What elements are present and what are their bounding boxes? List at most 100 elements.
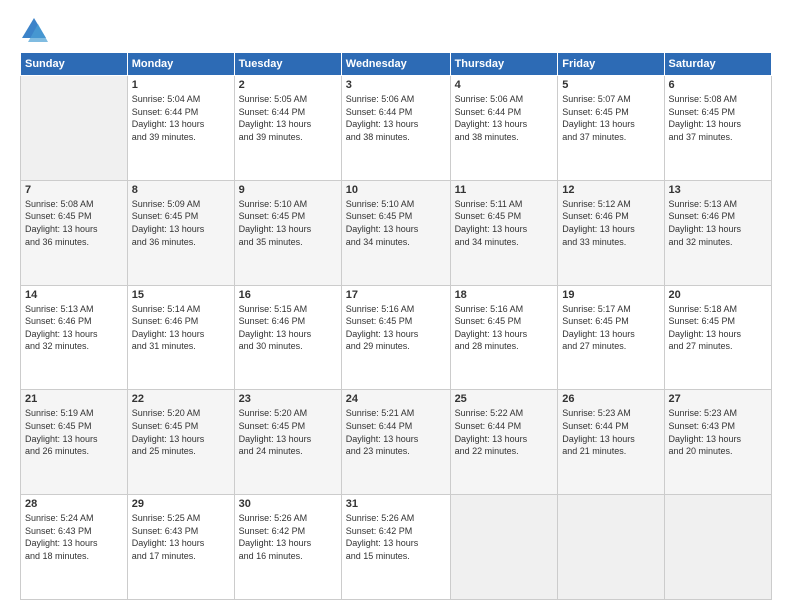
calendar-cell: 27 Sunrise: 5:23 AM Sunset: 6:43 PM Dayli…	[664, 390, 771, 495]
cell-content: Sunrise: 5:06 AM Sunset: 6:44 PM Dayligh…	[346, 93, 446, 143]
calendar-cell: 11 Sunrise: 5:11 AM Sunset: 6:45 PM Dayli…	[450, 180, 558, 285]
day-number: 11	[455, 184, 554, 196]
logo-icon	[20, 16, 48, 44]
calendar-cell: 21 Sunrise: 5:19 AM Sunset: 6:45 PM Dayli…	[21, 390, 128, 495]
cell-content: Sunrise: 5:26 AM Sunset: 6:42 PM Dayligh…	[239, 512, 337, 562]
cell-content: Sunrise: 5:11 AM Sunset: 6:45 PM Dayligh…	[455, 198, 554, 248]
day-number: 26	[562, 393, 659, 405]
day-number: 12	[562, 184, 659, 196]
calendar-cell: 7 Sunrise: 5:08 AM Sunset: 6:45 PM Daylig…	[21, 180, 128, 285]
cell-content: Sunrise: 5:20 AM Sunset: 6:45 PM Dayligh…	[132, 407, 230, 457]
day-header-saturday: Saturday	[664, 53, 771, 76]
day-header-monday: Monday	[127, 53, 234, 76]
day-number: 16	[239, 289, 337, 301]
day-header-wednesday: Wednesday	[341, 53, 450, 76]
day-number: 9	[239, 184, 337, 196]
day-number: 24	[346, 393, 446, 405]
calendar-cell: 25 Sunrise: 5:22 AM Sunset: 6:44 PM Dayli…	[450, 390, 558, 495]
week-row-4: 21 Sunrise: 5:19 AM Sunset: 6:45 PM Dayli…	[21, 390, 772, 495]
cell-content: Sunrise: 5:13 AM Sunset: 6:46 PM Dayligh…	[669, 198, 767, 248]
header-row: SundayMondayTuesdayWednesdayThursdayFrid…	[21, 53, 772, 76]
day-number: 27	[669, 393, 767, 405]
cell-content: Sunrise: 5:16 AM Sunset: 6:45 PM Dayligh…	[455, 303, 554, 353]
day-number: 25	[455, 393, 554, 405]
day-number: 20	[669, 289, 767, 301]
calendar-cell: 20 Sunrise: 5:18 AM Sunset: 6:45 PM Dayli…	[664, 285, 771, 390]
calendar-cell: 31 Sunrise: 5:26 AM Sunset: 6:42 PM Dayli…	[341, 495, 450, 600]
day-number: 22	[132, 393, 230, 405]
cell-content: Sunrise: 5:20 AM Sunset: 6:45 PM Dayligh…	[239, 407, 337, 457]
cell-content: Sunrise: 5:16 AM Sunset: 6:45 PM Dayligh…	[346, 303, 446, 353]
cell-content: Sunrise: 5:12 AM Sunset: 6:46 PM Dayligh…	[562, 198, 659, 248]
calendar-cell: 22 Sunrise: 5:20 AM Sunset: 6:45 PM Dayli…	[127, 390, 234, 495]
cell-content: Sunrise: 5:23 AM Sunset: 6:43 PM Dayligh…	[669, 407, 767, 457]
cell-content: Sunrise: 5:23 AM Sunset: 6:44 PM Dayligh…	[562, 407, 659, 457]
day-number: 10	[346, 184, 446, 196]
calendar-cell: 26 Sunrise: 5:23 AM Sunset: 6:44 PM Dayli…	[558, 390, 664, 495]
week-row-1: 1Sunrise: 5:04 AM Sunset: 6:44 PM Daylig…	[21, 76, 772, 181]
cell-content: Sunrise: 5:13 AM Sunset: 6:46 PM Dayligh…	[25, 303, 123, 353]
calendar-cell	[21, 76, 128, 181]
cell-content: Sunrise: 5:22 AM Sunset: 6:44 PM Dayligh…	[455, 407, 554, 457]
calendar-cell: 13 Sunrise: 5:13 AM Sunset: 6:46 PM Dayli…	[664, 180, 771, 285]
day-number: 13	[669, 184, 767, 196]
day-number: 17	[346, 289, 446, 301]
cell-content: Sunrise: 5:09 AM Sunset: 6:45 PM Dayligh…	[132, 198, 230, 248]
calendar-cell: 17 Sunrise: 5:16 AM Sunset: 6:45 PM Dayli…	[341, 285, 450, 390]
day-number: 8	[132, 184, 230, 196]
cell-content: Sunrise: 5:06 AM Sunset: 6:44 PM Dayligh…	[455, 93, 554, 143]
day-number: 5	[562, 79, 659, 91]
calendar-cell: 3 Sunrise: 5:06 AM Sunset: 6:44 PM Daylig…	[341, 76, 450, 181]
week-row-2: 7 Sunrise: 5:08 AM Sunset: 6:45 PM Daylig…	[21, 180, 772, 285]
calendar-cell: 19 Sunrise: 5:17 AM Sunset: 6:45 PM Dayli…	[558, 285, 664, 390]
calendar-cell: 24 Sunrise: 5:21 AM Sunset: 6:44 PM Dayli…	[341, 390, 450, 495]
cell-content: Sunrise: 5:21 AM Sunset: 6:44 PM Dayligh…	[346, 407, 446, 457]
cell-content: Sunrise: 5:08 AM Sunset: 6:45 PM Dayligh…	[25, 198, 123, 248]
calendar-cell	[558, 495, 664, 600]
cell-content: Sunrise: 5:15 AM Sunset: 6:46 PM Dayligh…	[239, 303, 337, 353]
day-number: 3	[346, 79, 446, 91]
day-header-sunday: Sunday	[21, 53, 128, 76]
calendar-cell: 8 Sunrise: 5:09 AM Sunset: 6:45 PM Daylig…	[127, 180, 234, 285]
cell-content: Sunrise: 5:24 AM Sunset: 6:43 PM Dayligh…	[25, 512, 123, 562]
day-number: 29	[132, 498, 230, 510]
cell-content: Sunrise: 5:17 AM Sunset: 6:45 PM Dayligh…	[562, 303, 659, 353]
cell-content: Sunrise: 5:14 AM Sunset: 6:46 PM Dayligh…	[132, 303, 230, 353]
calendar-cell: 9Sunrise: 5:10 AM Sunset: 6:45 PM Daylig…	[234, 180, 341, 285]
day-header-friday: Friday	[558, 53, 664, 76]
day-number: 31	[346, 498, 446, 510]
page: SundayMondayTuesdayWednesdayThursdayFrid…	[0, 0, 792, 612]
calendar-cell: 1Sunrise: 5:04 AM Sunset: 6:44 PM Daylig…	[127, 76, 234, 181]
logo	[20, 16, 52, 44]
calendar-cell: 10 Sunrise: 5:10 AM Sunset: 6:45 PM Dayli…	[341, 180, 450, 285]
day-number: 28	[25, 498, 123, 510]
calendar-cell: 18 Sunrise: 5:16 AM Sunset: 6:45 PM Dayli…	[450, 285, 558, 390]
calendar-cell: 14Sunrise: 5:13 AM Sunset: 6:46 PM Dayli…	[21, 285, 128, 390]
day-number: 7	[25, 184, 123, 196]
day-header-thursday: Thursday	[450, 53, 558, 76]
day-number: 19	[562, 289, 659, 301]
calendar-cell: 12 Sunrise: 5:12 AM Sunset: 6:46 PM Dayli…	[558, 180, 664, 285]
day-number: 2	[239, 79, 337, 91]
cell-content: Sunrise: 5:04 AM Sunset: 6:44 PM Dayligh…	[132, 93, 230, 143]
day-number: 6	[669, 79, 767, 91]
cell-content: Sunrise: 5:07 AM Sunset: 6:45 PM Dayligh…	[562, 93, 659, 143]
calendar-cell: 23Sunrise: 5:20 AM Sunset: 6:45 PM Dayli…	[234, 390, 341, 495]
calendar-cell: 5 Sunrise: 5:07 AM Sunset: 6:45 PM Daylig…	[558, 76, 664, 181]
day-header-tuesday: Tuesday	[234, 53, 341, 76]
calendar-cell	[664, 495, 771, 600]
calendar-cell: 4Sunrise: 5:06 AM Sunset: 6:44 PM Daylig…	[450, 76, 558, 181]
calendar-cell: 16 Sunrise: 5:15 AM Sunset: 6:46 PM Dayli…	[234, 285, 341, 390]
header	[20, 16, 772, 44]
cell-content: Sunrise: 5:19 AM Sunset: 6:45 PM Dayligh…	[25, 407, 123, 457]
cell-content: Sunrise: 5:10 AM Sunset: 6:45 PM Dayligh…	[346, 198, 446, 248]
day-number: 18	[455, 289, 554, 301]
cell-content: Sunrise: 5:18 AM Sunset: 6:45 PM Dayligh…	[669, 303, 767, 353]
cell-content: Sunrise: 5:05 AM Sunset: 6:44 PM Dayligh…	[239, 93, 337, 143]
cell-content: Sunrise: 5:26 AM Sunset: 6:42 PM Dayligh…	[346, 512, 446, 562]
day-number: 21	[25, 393, 123, 405]
calendar-table: SundayMondayTuesdayWednesdayThursdayFrid…	[20, 52, 772, 600]
calendar-cell: 6Sunrise: 5:08 AM Sunset: 6:45 PM Daylig…	[664, 76, 771, 181]
calendar-cell: 30Sunrise: 5:26 AM Sunset: 6:42 PM Dayli…	[234, 495, 341, 600]
calendar-cell: 28 Sunrise: 5:24 AM Sunset: 6:43 PM Dayli…	[21, 495, 128, 600]
